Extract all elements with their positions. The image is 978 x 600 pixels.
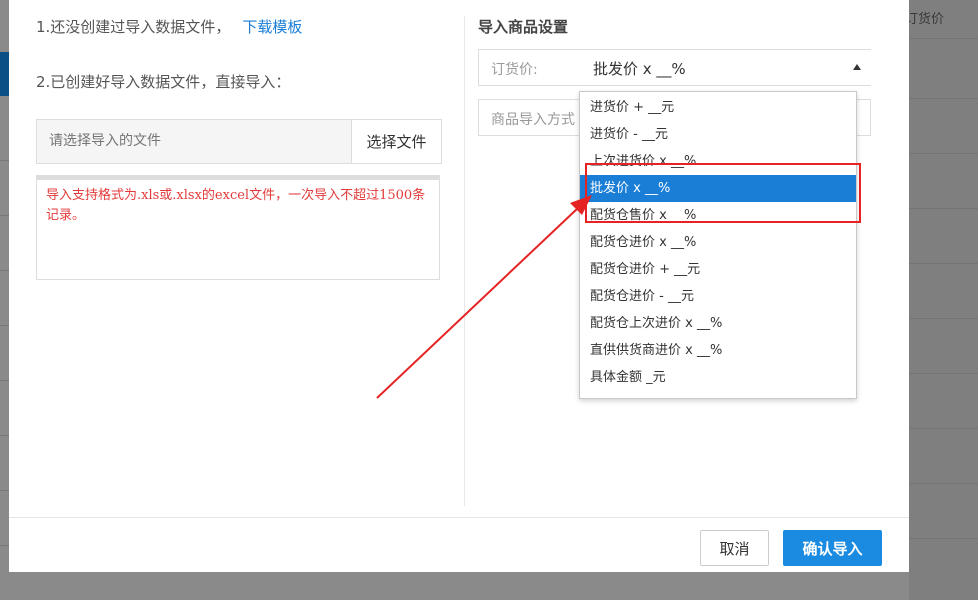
dropdown-option[interactable]: 配货仓进价 - __元 [580, 283, 856, 310]
dropdown-option-label: 配货仓进价 - __元 [590, 289, 694, 304]
caret-up-icon [853, 64, 861, 70]
dropdown-option-label: 配货仓进价 x __% [590, 235, 697, 250]
dropdown-option-label: 上次进货价 x __% [590, 154, 697, 169]
order-price-select[interactable]: 批发价 x __% [581, 50, 871, 85]
dropdown-option[interactable]: 上次进货价 x __% [580, 148, 856, 175]
background-row-divider [0, 545, 9, 546]
background-column-header: 订货价 [905, 12, 945, 27]
background-row-divider [909, 373, 978, 374]
order-price-field: 订货价: 批发价 x __% [478, 49, 871, 86]
order-price-label: 订货价: [491, 62, 538, 78]
file-path-input[interactable] [49, 133, 339, 149]
background-row-divider [0, 490, 9, 491]
dropdown-option[interactable]: 配货仓进价 + __元 [580, 256, 856, 283]
cancel-button[interactable]: 取消 [700, 530, 769, 566]
dropdown-option-label: 进货价 - __元 [590, 127, 668, 142]
import-method-label: 商品导入方式 [491, 112, 575, 128]
background-row-divider [909, 318, 978, 319]
dropdown-option-label: 具体金额 _元 [590, 370, 666, 385]
background-row-divider [0, 215, 9, 216]
dropdown-option-label: 配货仓进价 + __元 [590, 262, 701, 277]
background-row-divider [909, 263, 978, 264]
dropdown-option-label: 批发价 x __% [590, 181, 671, 196]
dropdown-option-label: 配货仓上次进价 x __% [590, 316, 723, 331]
background-row-divider [909, 98, 978, 99]
panel-divider [464, 16, 465, 506]
choose-file-button[interactable]: 选择文件 [351, 120, 441, 163]
dropdown-option-label: 直供供货商进价 x __% [590, 343, 723, 358]
background-row-divider [909, 428, 978, 429]
background-row-divider [0, 435, 9, 436]
dropdown-option[interactable]: 配货仓售价 x __% [580, 202, 856, 229]
background-row-divider [0, 380, 9, 381]
dropdown-option[interactable]: 进货价 + __元 [580, 94, 856, 121]
background-row-divider [909, 208, 978, 209]
background-row-divider [909, 538, 978, 539]
dropdown-option-selected[interactable]: 批发价 x __% [580, 175, 856, 202]
confirm-import-button[interactable]: 确认导入 [783, 530, 882, 566]
background-row-divider [0, 160, 9, 161]
background-nav-accent [0, 52, 9, 96]
dropdown-option[interactable]: 直供供货商进价 x __% [580, 337, 856, 364]
order-price-dropdown: 进货价 + __元 进货价 - __元 上次进货价 x __% 批发价 x __… [579, 91, 857, 399]
import-notice: 导入支持格式为.xls或.xlsx的excel文件，一次导入不超过1500条记录… [36, 175, 440, 280]
background-row-divider [0, 325, 9, 326]
dropdown-option[interactable]: 进货价 - __元 [580, 121, 856, 148]
dropdown-option[interactable]: 配货仓上次进价 x __% [580, 310, 856, 337]
background-row-divider [909, 38, 978, 39]
dropdown-option-label: 配货仓售价 x __% [590, 208, 697, 223]
order-price-selected-value: 批发价 x __% [593, 60, 686, 78]
step1-line: 1.还没创建过导入数据文件， 下载模板 [36, 16, 302, 37]
step2-text: 2.已创建好导入数据文件，直接导入： [36, 73, 291, 91]
background-row-divider [909, 153, 978, 154]
file-picker: 选择文件 [36, 119, 442, 164]
background-row-divider [0, 270, 9, 271]
background-row-divider [909, 483, 978, 484]
background-table-strip [909, 0, 978, 600]
dropdown-option[interactable]: 配货仓进价 x __% [580, 229, 856, 256]
footer-divider [9, 517, 909, 518]
step1-text: 1.还没创建过导入数据文件， [36, 18, 231, 36]
download-template-link[interactable]: 下载模板 [242, 18, 302, 36]
dropdown-option-label: 进货价 + __元 [590, 100, 675, 115]
dropdown-option[interactable]: 具体金额 _元 [580, 364, 856, 391]
import-settings-title: 导入商品设置 [478, 18, 569, 36]
